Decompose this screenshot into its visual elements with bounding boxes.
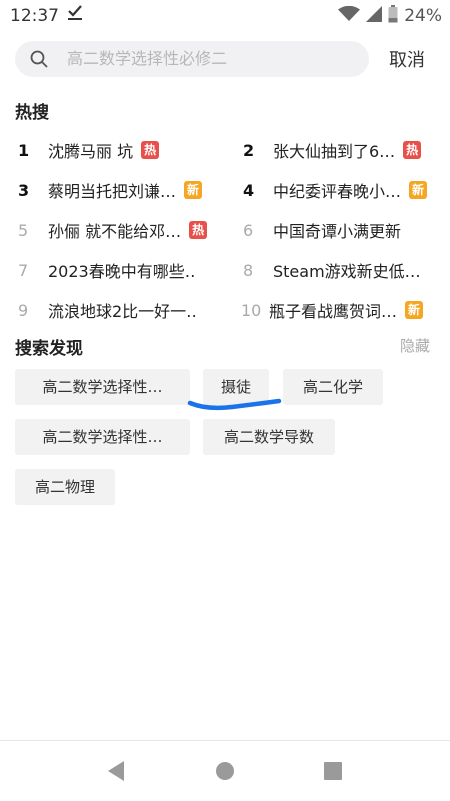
new-badge: 新 (184, 181, 203, 199)
hot-item[interactable]: 8 Steam游戏新史低… (243, 255, 448, 285)
navigation-bar (0, 740, 450, 801)
discover-title: 搜索发现 (15, 339, 83, 359)
wifi-icon (338, 5, 361, 26)
hide-button[interactable]: 隐藏 (400, 335, 430, 356)
hot-item-text: 瓶子看战鹰贺词… (269, 302, 398, 321)
hot-item[interactable]: 9 流浪地球2比一好一… (18, 295, 223, 325)
hot-badge: 热 (403, 141, 422, 159)
hot-item[interactable]: 2 张大仙抽到了6… 热 (243, 135, 448, 165)
search-icon (29, 49, 49, 69)
signal-icon (366, 6, 383, 26)
hot-item-rank: 4 (243, 180, 255, 200)
hot-item-text: 张大仙抽到了6… (273, 142, 396, 161)
discover-chip[interactable]: 高二数学导数 (203, 419, 335, 455)
hot-item-rank: 7 (18, 260, 29, 280)
hot-item-rank: 10 (241, 300, 262, 320)
hot-item-text: 孙俪 就不能给邓… (48, 222, 182, 241)
hot-item-rank: 5 (18, 220, 29, 240)
hot-search-title: 热搜 (15, 103, 49, 123)
hot-item-text: 蔡明当托把刘谦… (48, 182, 177, 201)
back-icon[interactable] (106, 760, 126, 786)
cancel-button[interactable]: 取消 (389, 46, 425, 72)
new-badge: 新 (405, 301, 424, 319)
hot-item-rank: 8 (243, 260, 254, 280)
hot-item-text: 沈腾马丽 坑 (48, 142, 134, 161)
hot-item-rank: 6 (243, 220, 254, 240)
home-icon[interactable] (215, 760, 235, 786)
hot-item-text: 中纪委评春晚小… (273, 182, 402, 201)
underline-annotation (187, 398, 282, 411)
status-time: 12:37 (10, 6, 59, 26)
hot-badge: 热 (189, 221, 208, 239)
new-badge: 新 (409, 181, 428, 199)
hot-item-rank: 3 (18, 180, 30, 200)
discover-chip[interactable]: 高二数学选择性… (15, 419, 190, 455)
search-input[interactable] (67, 41, 357, 77)
hot-item[interactable]: 4 中纪委评春晚小… 新 (243, 175, 448, 205)
battery-percent: 24% (404, 6, 442, 26)
hot-item[interactable]: 1 沈腾马丽 坑 热 (18, 135, 223, 165)
hot-item-rank: 9 (18, 300, 29, 320)
recents-icon[interactable] (323, 760, 343, 786)
search-bar[interactable] (15, 41, 369, 77)
hot-item[interactable]: 6 中国奇谭小满更新 (243, 215, 448, 245)
hot-item-rank: 2 (243, 140, 255, 160)
hot-item[interactable]: 10 瓶子看战鹰贺词… 新 (241, 295, 446, 325)
discover-chip[interactable]: 高二物理 (15, 469, 115, 505)
hot-item-text: 2023春晚中有哪些… (48, 262, 196, 281)
discover-chip[interactable]: 高二数学选择性… (15, 369, 190, 405)
download-done-icon (67, 4, 83, 26)
hot-item-text: 中国奇谭小满更新 (273, 222, 402, 241)
discover-chip[interactable]: 高二化学 (283, 369, 383, 405)
hot-item[interactable]: 5 孙俪 就不能给邓… 热 (18, 215, 223, 245)
hot-item-text: Steam游戏新史低… (273, 262, 421, 281)
battery-icon (388, 5, 398, 27)
status-bar: 12:37 24% (0, 0, 450, 32)
hot-badge: 热 (141, 141, 160, 159)
hot-item[interactable]: 7 2023春晚中有哪些… (18, 255, 223, 285)
hot-item-text: 流浪地球2比一好一… (48, 302, 196, 321)
hot-item[interactable]: 3 蔡明当托把刘谦… 新 (18, 175, 223, 205)
hot-item-rank: 1 (18, 140, 30, 160)
